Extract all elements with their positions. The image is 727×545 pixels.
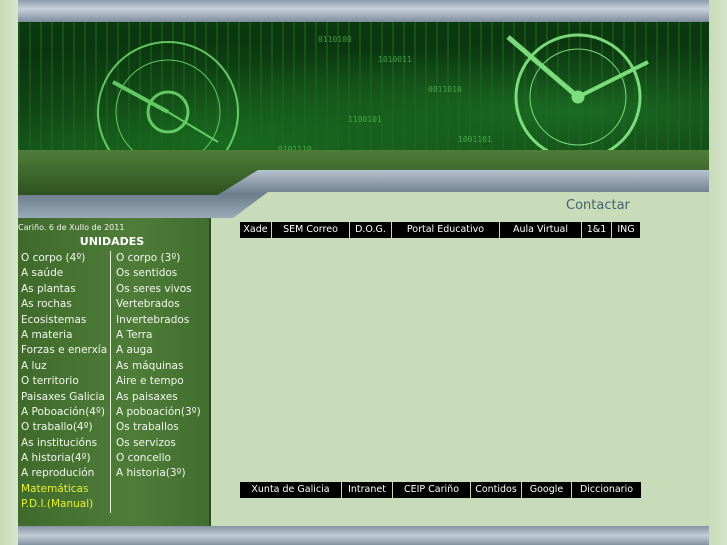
svg-text:1100101: 1100101 (348, 115, 382, 124)
column-divider (110, 251, 111, 513)
one-and-one-link[interactable]: 1&1 (582, 222, 612, 238)
intranet-link[interactable]: Intranet (342, 482, 393, 498)
units-column-3: O corpo (3º) Os sentidos Os seres vivos … (116, 251, 201, 482)
unit-link[interactable]: A luz (21, 359, 107, 374)
sidebar: Cariño. 6 de Xullo de 2011 UNIDADES O co… (18, 218, 211, 526)
unit-link[interactable]: Os traballos (116, 420, 201, 435)
unit-link[interactable]: A historia(4º) (21, 451, 107, 466)
contact-link[interactable]: Contactar (566, 198, 630, 213)
unit-link[interactable]: As rochas (21, 297, 107, 312)
unit-link[interactable]: Os seres vivos (116, 282, 201, 297)
left-border (0, 0, 18, 545)
xunta-link[interactable]: Xunta de Galicia (240, 482, 342, 498)
unit-link[interactable]: A poboación(3º) (116, 405, 201, 420)
unit-link[interactable]: O corpo (4º) (21, 251, 107, 266)
unit-link[interactable]: A Poboación(4º) (21, 405, 107, 420)
unit-link[interactable]: As máquinas (116, 359, 201, 374)
sidebar-title: UNIDADES (79, 235, 145, 248)
unit-link[interactable]: A reprodución (21, 466, 107, 481)
ceip-carino-link[interactable]: CEIP Cariño (393, 482, 471, 498)
bottom-metal-band (18, 526, 709, 545)
aula-virtual-link[interactable]: Aula Virtual (500, 222, 582, 238)
unit-link[interactable]: As paisaxes (116, 390, 201, 405)
unit-link[interactable]: O concello (116, 451, 201, 466)
unit-link[interactable]: Forzas e enerxía (21, 343, 107, 358)
clock-right-icon (506, 33, 649, 161)
unit-link[interactable]: Vertebrados (116, 297, 201, 312)
units-column-4: O corpo (4º) A saúde As plantas As rocha… (21, 251, 107, 513)
unit-link[interactable]: A auga (116, 343, 201, 358)
mathematics-link[interactable]: Matemáticas (21, 482, 107, 497)
ing-link[interactable]: ING (612, 222, 640, 238)
bottom-link-bar: Xunta de Galicia Intranet CEIP Cariño Co… (240, 482, 641, 498)
unit-link[interactable]: Os sentidos (116, 266, 201, 281)
unit-link[interactable]: Aire e tempo (116, 374, 201, 389)
unit-link[interactable]: O traballo(4º) (21, 420, 107, 435)
unit-link[interactable]: As institucións (21, 436, 107, 451)
unit-link[interactable]: O corpo (3º) (116, 251, 201, 266)
contidos-link[interactable]: Contidos (471, 482, 522, 498)
google-link[interactable]: Google (522, 482, 572, 498)
svg-text:0011010: 0011010 (428, 85, 462, 94)
svg-text:0110100: 0110100 (318, 35, 352, 44)
top-metal-band (18, 0, 709, 23)
unit-link[interactable]: A Terra (116, 328, 201, 343)
unit-link[interactable]: O territorio (21, 374, 107, 389)
svg-text:1010011: 1010011 (378, 55, 412, 64)
unit-link[interactable]: A materia (21, 328, 107, 343)
date-text: Cariño. 6 de Xullo de 2011 (18, 223, 125, 232)
pdi-manual-link[interactable]: P.D.I.(Manual) (21, 497, 107, 512)
unit-link[interactable]: Ecosistemas (21, 313, 107, 328)
portal-educativo-link[interactable]: Portal Educativo (392, 222, 500, 238)
diccionario-link[interactable]: Diccionario (572, 482, 641, 498)
unit-link[interactable]: Os servizos (116, 436, 201, 451)
unit-link[interactable]: As plantas (21, 282, 107, 297)
svg-text:1001101: 1001101 (458, 135, 492, 144)
right-border (709, 0, 727, 545)
xade-link[interactable]: Xade (240, 222, 272, 238)
unit-link[interactable]: Invertebrados (116, 313, 201, 328)
unit-link[interactable]: Paisaxes Galicia (21, 390, 107, 405)
dog-link[interactable]: D.O.G. (350, 222, 392, 238)
sem-correo-link[interactable]: SEM Correo (272, 222, 350, 238)
unit-link[interactable]: A historia(3º) (116, 466, 201, 481)
unit-link[interactable]: A saúde (21, 266, 107, 281)
top-link-bar: Xade SEM Correo D.O.G. Portal Educativo … (240, 222, 640, 238)
